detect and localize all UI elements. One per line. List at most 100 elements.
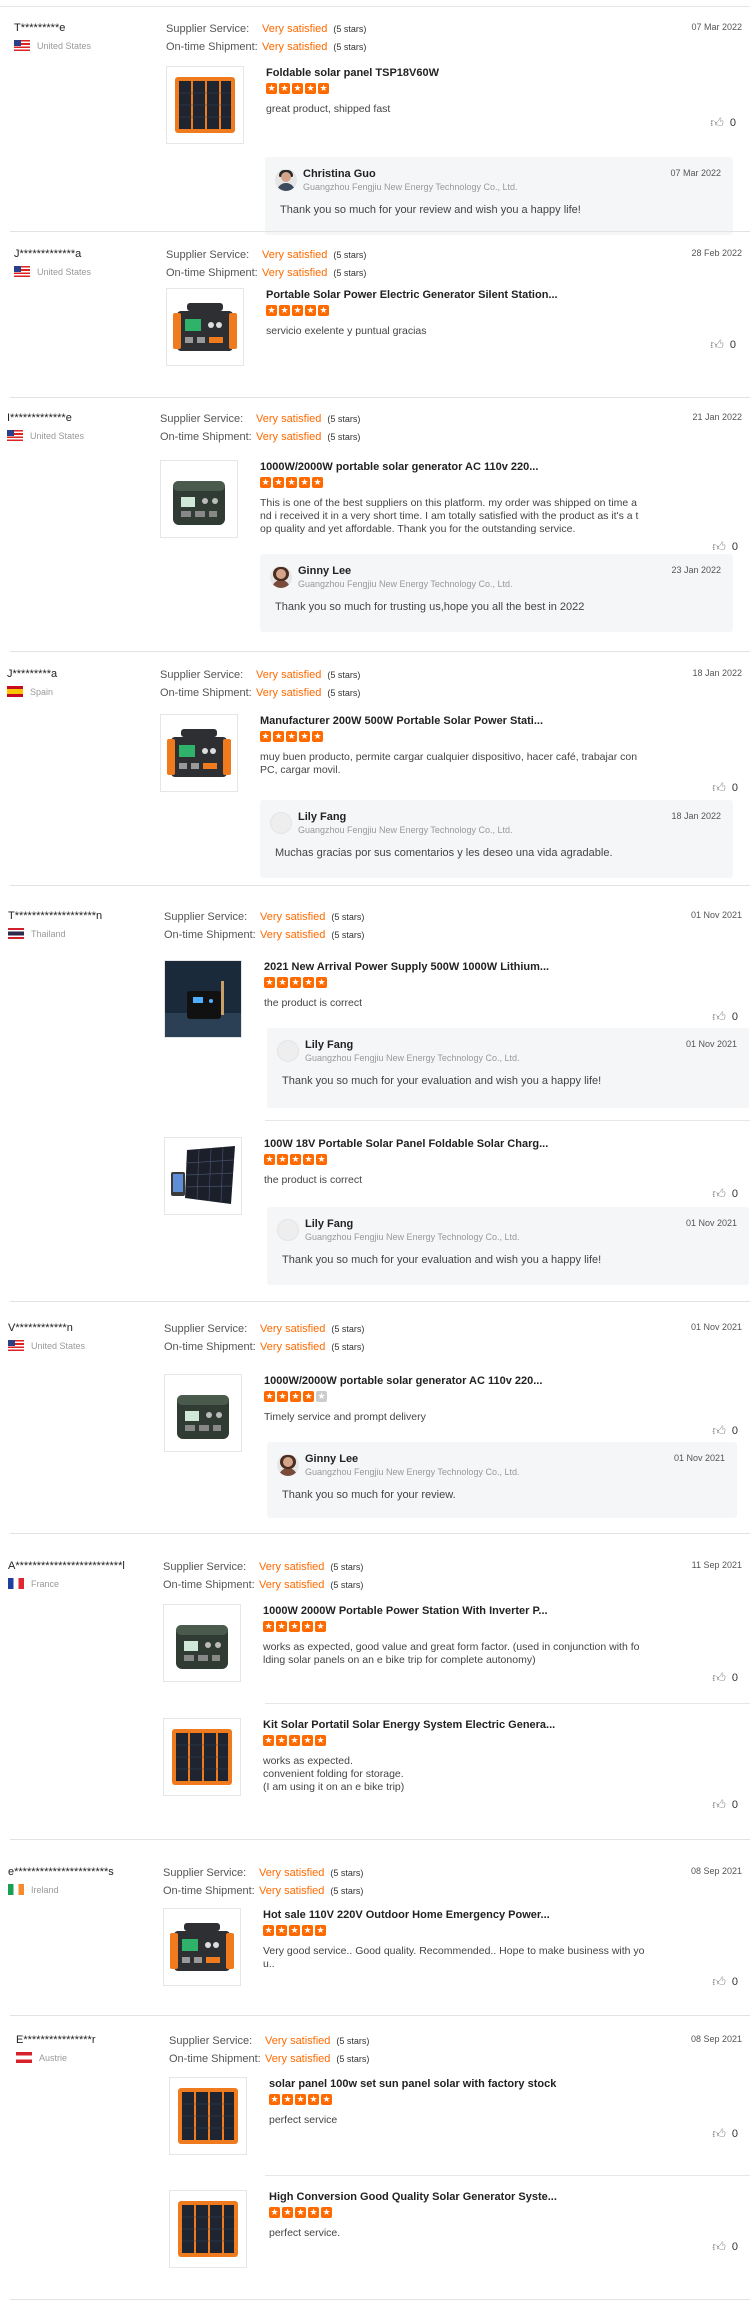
star-filled-icon: ★ <box>303 1391 314 1402</box>
supplier-service-row: Supplier Service: Very satisfied (5 stars) <box>166 248 366 262</box>
review-divider <box>10 651 750 652</box>
ontime-shipment-row: On-time Shipment: Very satisfied (5 stars) <box>160 686 360 700</box>
ontime-shipment-row: On-time Shipment: Very satisfied (5 stars) <box>166 266 366 280</box>
product-divider <box>265 1120 750 1121</box>
review-comment: Timely service and prompt delivery <box>264 1411 426 1423</box>
orange-power-station-icon[interactable] <box>166 288 244 366</box>
helpful-button[interactable]: 👍︎ 0 <box>712 1010 738 1023</box>
ontime-shipment-value: Very satisfied <box>256 431 322 443</box>
ontime-shipment-label: On-time Shipment: <box>164 1341 256 1353</box>
supplier-service-label: Supplier Service: <box>166 23 250 35</box>
review-comment: the product is correct <box>264 1174 363 1186</box>
helpful-count: 0 <box>731 1798 738 1811</box>
buyer-country: France <box>8 1578 59 1589</box>
star-filled-icon: ★ <box>277 1154 288 1165</box>
helpful-button[interactable]: 👍︎ 0 <box>712 540 738 553</box>
product-title-link[interactable]: High Conversion Good Quality Solar Gener… <box>269 2191 557 2203</box>
product-title-link[interactable]: 2021 New Arrival Power Supply 500W 1000W… <box>264 961 549 973</box>
green-power-station-icon[interactable] <box>164 1374 242 1452</box>
product-title-link[interactable]: Foldable solar panel TSP18V60W <box>266 67 439 79</box>
country-name: France <box>31 1578 60 1589</box>
star-filled-icon: ★ <box>305 305 316 316</box>
green-power-station-icon[interactable] <box>160 460 238 538</box>
reply-date: 07 Mar 2022 <box>670 168 721 178</box>
helpful-button[interactable]: 👍︎ 0 <box>712 1424 738 1437</box>
product-title-link[interactable]: 1000W/2000W portable solar generator AC … <box>260 461 538 473</box>
product-title-link[interactable]: Kit Solar Portatil Solar Energy System E… <box>263 1719 555 1731</box>
ontime-shipment-label: On-time Shipment: <box>169 2053 261 2065</box>
product-divider <box>265 1703 750 1704</box>
review-comment: servicio exelente y puntual gracias <box>266 325 427 337</box>
reply-text: Thank you so much for your evaluation an… <box>282 1254 602 1266</box>
supplier-reply: Lily Fang Guangzhou Fengjiu New Energy T… <box>260 800 733 878</box>
ontime-shipment-label: On-time Shipment: <box>164 929 256 941</box>
review-comment: works as expected, good value and great … <box>263 1641 640 1666</box>
review-comment: Very good service.. Good quality. Recomm… <box>263 1945 645 1970</box>
helpful-count: 0 <box>731 1671 738 1684</box>
reply-company: Guangzhou Fengjiu New Energy Technology … <box>298 825 513 835</box>
supplier-reply: Ginny Lee Guangzhou Fengjiu New Energy T… <box>267 1442 737 1518</box>
product-divider <box>265 2175 750 2176</box>
supplier-service-label: Supplier Service: <box>163 1867 247 1879</box>
flag-th-icon <box>8 928 24 939</box>
helpful-button[interactable]: 👍︎ 0 <box>712 1671 738 1684</box>
helpful-button[interactable]: 👍︎ 0 <box>712 1975 738 1988</box>
helpful-count: 0 <box>731 1975 738 1988</box>
product-title-link[interactable]: 1000W/2000W portable solar generator AC … <box>264 1375 542 1387</box>
product-title-link[interactable]: Hot sale 110V 220V Outdoor Home Emergenc… <box>263 1909 550 1921</box>
ontime-shipment-label: On-time Shipment: <box>166 267 258 279</box>
flag-fr-icon <box>8 1578 24 1589</box>
review-comment: great product, shipped fast <box>266 103 391 115</box>
review-date: 21 Jan 2022 <box>692 412 742 422</box>
buyer-country: Austrie <box>16 2052 67 2063</box>
supplier-service-value: Very satisfied <box>256 669 322 681</box>
buyer-name: A*************************l <box>8 1560 125 1572</box>
country-name: United States <box>37 40 92 51</box>
supplier-service-value: Very satisfied <box>265 2035 331 2047</box>
product-title-link[interactable]: Manufacturer 200W 500W Portable Solar Po… <box>260 715 543 727</box>
orange-power-station-icon[interactable] <box>163 1908 241 1986</box>
thumbs-up-icon: 👍︎ <box>712 2126 726 2141</box>
helpful-button[interactable]: 👍︎ 0 <box>712 2127 738 2140</box>
solar-panel-icon[interactable] <box>169 2190 247 2268</box>
reply-author: Ginny Lee <box>305 1453 359 1465</box>
buyer-country: United States <box>7 430 84 441</box>
product-title-link[interactable]: 1000W 2000W Portable Power Station With … <box>263 1605 548 1617</box>
helpful-button[interactable]: 👍︎ 0 <box>712 1798 738 1811</box>
helpful-button[interactable]: 👍︎ 0 <box>712 2240 738 2253</box>
product-title-link[interactable]: Portable Solar Power Electric Generator … <box>266 289 558 301</box>
star-filled-icon: ★ <box>269 2094 280 2105</box>
helpful-button[interactable]: 👍︎ 0 <box>710 116 736 129</box>
ontime-shipment-row: On-time Shipment: Very satisfied (5 stars) <box>164 1340 364 1354</box>
dark-power-station-photo[interactable] <box>164 960 242 1038</box>
green-power-station-icon[interactable] <box>163 1604 241 1682</box>
product-rating: ★ ★ ★ ★ ★ <box>263 1925 326 1936</box>
ontime-shipment-stars: (5 stars) <box>330 1580 364 1590</box>
supplier-service-label: Supplier Service: <box>164 1323 248 1335</box>
helpful-button[interactable]: 👍︎ 0 <box>712 781 738 794</box>
product-review: Hot sale 110V 220V Outdoor Home Emergenc… <box>163 1908 738 1988</box>
product-rating: ★ ★ ★ ★ ★ <box>260 731 323 742</box>
solar-panel-icon[interactable] <box>169 2077 247 2155</box>
solar-panel-icon[interactable] <box>166 66 244 144</box>
helpful-button[interactable]: 👍︎ 0 <box>710 338 736 351</box>
product-title-link[interactable]: 100W 18V Portable Solar Panel Foldable S… <box>264 1138 548 1150</box>
helpful-count: 0 <box>731 2240 738 2253</box>
thumbs-up-icon: 👍︎ <box>710 337 724 352</box>
solar-panel-icon[interactable] <box>163 1718 241 1796</box>
ontime-shipment-stars: (5 stars) <box>327 432 361 442</box>
product-title-link[interactable]: solar panel 100w set sun panel solar wit… <box>269 2078 556 2090</box>
star-filled-icon: ★ <box>276 1925 287 1936</box>
thumbs-up-icon: 👍︎ <box>712 780 726 795</box>
star-filled-icon: ★ <box>290 977 301 988</box>
helpful-button[interactable]: 👍︎ 0 <box>712 1187 738 1200</box>
supplier-service-stars: (5 stars) <box>331 912 365 922</box>
buyer-country: Spain <box>7 686 53 697</box>
solar-panel-black-icon[interactable] <box>164 1137 242 1215</box>
orange-power-station-icon[interactable] <box>160 714 238 792</box>
star-filled-icon: ★ <box>308 2207 319 2218</box>
reply-author: Lily Fang <box>305 1218 354 1230</box>
thumbs-up-icon: 👍︎ <box>710 115 724 130</box>
star-filled-icon: ★ <box>263 1925 274 1936</box>
reply-date: 01 Nov 2021 <box>673 1453 725 1463</box>
